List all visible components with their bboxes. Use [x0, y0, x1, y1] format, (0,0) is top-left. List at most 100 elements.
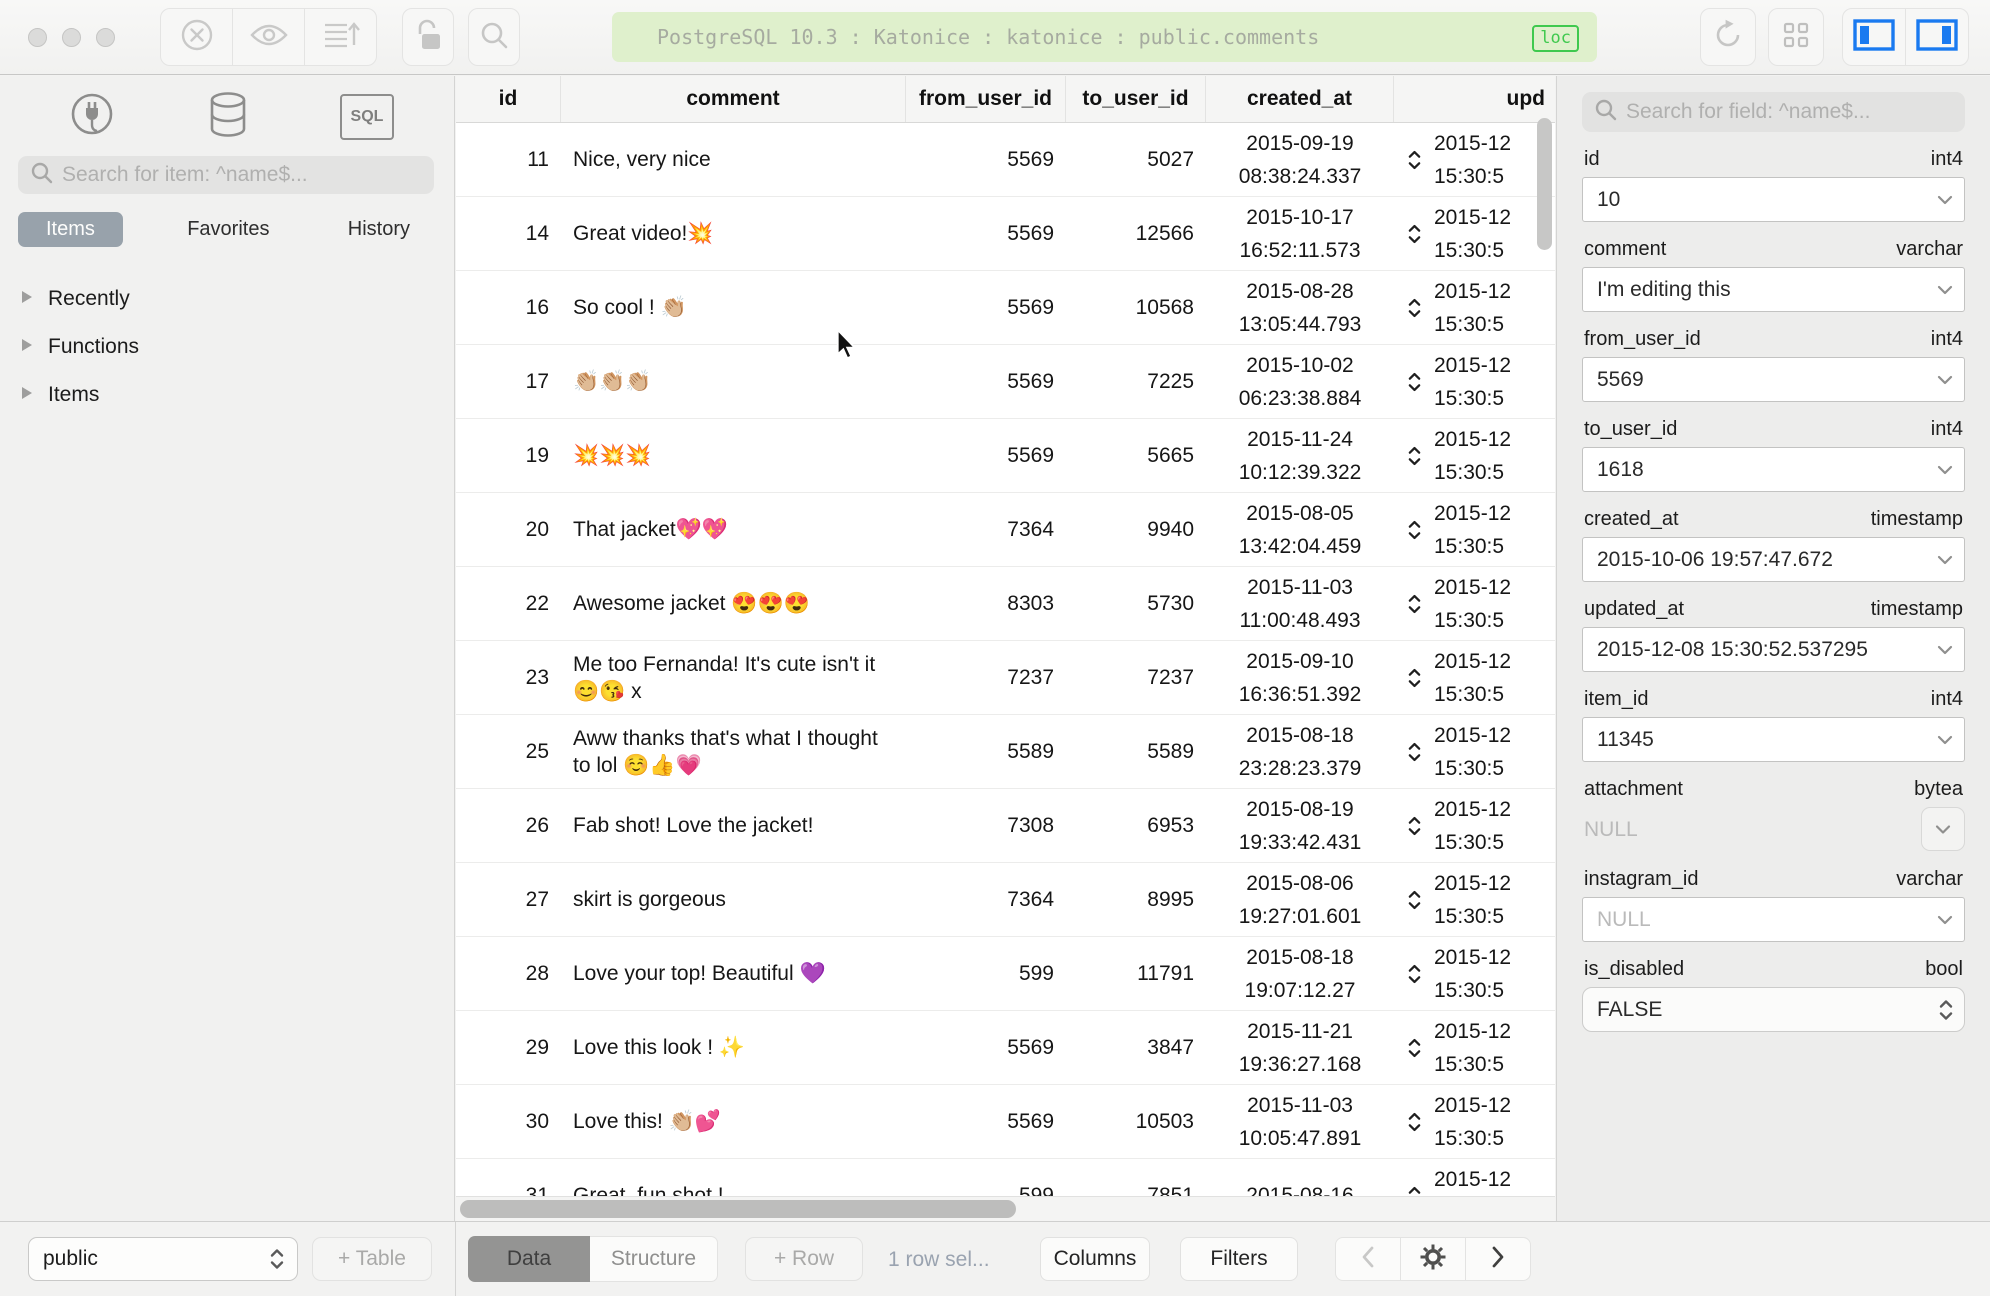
- table-row[interactable]: 14 Great video!💥 5569 12566 2015-10-17 16:52:…: [456, 197, 1555, 271]
- cell-to-user-id[interactable]: 11791: [1066, 937, 1206, 1010]
- add-row-button[interactable]: + Row: [745, 1237, 863, 1281]
- sidebar-search-field[interactable]: [18, 156, 434, 194]
- cell-comment[interactable]: Fab shot! Love the jacket!: [561, 789, 906, 862]
- cell-created-at[interactable]: 2015-08-06 19:27:01.601: [1206, 863, 1394, 936]
- table-row[interactable]: 20 That jacket💖💖 7364 9940 2015-08-05 13:42:0…: [456, 493, 1555, 567]
- cell-from-user-id[interactable]: 7237: [906, 641, 1066, 714]
- cell-id[interactable]: 30: [456, 1085, 561, 1158]
- tab-history[interactable]: History: [334, 212, 424, 247]
- cell-id[interactable]: 25: [456, 715, 561, 788]
- filters-button[interactable]: Filters: [1180, 1237, 1298, 1281]
- cell-created-at[interactable]: 2015-11-03 11:00:48.493: [1206, 567, 1394, 640]
- row-settings-button[interactable]: [1400, 1237, 1466, 1281]
- disclosure-triangle-icon[interactable]: [20, 385, 34, 406]
- cell-from-user-id[interactable]: 5569: [906, 345, 1066, 418]
- field-input-instagram_id[interactable]: NULL: [1582, 897, 1965, 942]
- connection-icon[interactable]: [68, 91, 116, 144]
- field-input-item_id[interactable]: 11345: [1582, 717, 1965, 762]
- cell-updated-at[interactable]: 2015-12 15:30:5: [1434, 937, 1555, 1010]
- table-row[interactable]: 23 Me too Fernanda! It's cute isn't it 😊😘…: [456, 641, 1555, 715]
- row-stepper-icon[interactable]: [1394, 567, 1434, 640]
- cell-updated-at[interactable]: 2015-12 15:30:5: [1434, 1085, 1555, 1158]
- cell-id[interactable]: 22: [456, 567, 561, 640]
- cell-from-user-id[interactable]: 7364: [906, 493, 1066, 566]
- table-row[interactable]: 19 💥💥💥 5569 5665 2015-11-24 10:12:39.322 2015-…: [456, 419, 1555, 493]
- field-input-is_disabled[interactable]: FALSE: [1582, 987, 1965, 1032]
- cell-id[interactable]: 26: [456, 789, 561, 862]
- cell-updated-at[interactable]: 2015-12 15:30:5: [1434, 419, 1555, 492]
- cell-from-user-id[interactable]: 5569: [906, 271, 1066, 344]
- sidebar-item-recently[interactable]: Recently: [0, 275, 454, 323]
- sidebar-item-items[interactable]: Items: [0, 371, 454, 419]
- cell-comment[interactable]: skirt is gorgeous: [561, 863, 906, 936]
- sql-icon[interactable]: SQL: [340, 94, 394, 140]
- sort-upload-button[interactable]: [304, 8, 377, 66]
- cell-comment[interactable]: Great video!💥: [561, 197, 906, 270]
- disclosure-triangle-icon[interactable]: [20, 289, 34, 310]
- row-stepper-icon[interactable]: [1394, 789, 1434, 862]
- sidebar-search-input[interactable]: [62, 163, 422, 187]
- cell-created-at[interactable]: 2015-10-02 06:23:38.884: [1206, 345, 1394, 418]
- cell-to-user-id[interactable]: 5665: [1066, 419, 1206, 492]
- field-input-from_user_id[interactable]: 5569: [1582, 357, 1965, 402]
- tab-structure[interactable]: Structure: [590, 1236, 718, 1282]
- cell-from-user-id[interactable]: 5569: [906, 1085, 1066, 1158]
- cell-to-user-id[interactable]: 9940: [1066, 493, 1206, 566]
- cell-id[interactable]: 14: [456, 197, 561, 270]
- tab-items[interactable]: Items: [18, 212, 123, 247]
- close-window-button[interactable]: [28, 28, 47, 47]
- columns-button[interactable]: Columns: [1040, 1237, 1150, 1281]
- cell-from-user-id[interactable]: 8303: [906, 567, 1066, 640]
- table-row[interactable]: 25 Aww thanks that's what I thought to lo…: [456, 715, 1555, 789]
- cell-comment[interactable]: That jacket💖💖: [561, 493, 906, 566]
- column-header-from_user_id[interactable]: from_user_id: [906, 76, 1066, 122]
- cell-created-at[interactable]: 2015-11-24 10:12:39.322: [1206, 419, 1394, 492]
- cell-to-user-id[interactable]: 7237: [1066, 641, 1206, 714]
- table-row[interactable]: 28 Love your top! Beautiful 💜 599 11791 2015…: [456, 937, 1555, 1011]
- cell-created-at[interactable]: 2015-08-05 13:42:04.459: [1206, 493, 1394, 566]
- schema-select[interactable]: public: [28, 1237, 298, 1281]
- cell-updated-at[interactable]: 2015-12 15:30:5: [1434, 345, 1555, 418]
- cell-id[interactable]: 19: [456, 419, 561, 492]
- previous-row-button[interactable]: [1335, 1237, 1401, 1281]
- horizontal-scrollbar-thumb[interactable]: [460, 1200, 1016, 1218]
- row-stepper-icon[interactable]: [1394, 197, 1434, 270]
- cell-from-user-id[interactable]: 7308: [906, 789, 1066, 862]
- cell-created-at[interactable]: 2015-10-17 16:52:11.573: [1206, 197, 1394, 270]
- tab-data[interactable]: Data: [468, 1236, 590, 1282]
- table-row[interactable]: 17 👏🏼👏🏼👏🏼 5569 7225 2015-10-02 06:23:38.884 20…: [456, 345, 1555, 419]
- row-stepper-icon[interactable]: [1394, 493, 1434, 566]
- cell-comment[interactable]: Awesome jacket 😍😍😍: [561, 567, 906, 640]
- search-toolbar-button[interactable]: [468, 8, 520, 66]
- table-row[interactable]: 22 Awesome jacket 😍😍😍 8303 5730 2015-11-03 11…: [456, 567, 1555, 641]
- cell-id[interactable]: 27: [456, 863, 561, 936]
- cell-to-user-id[interactable]: 8995: [1066, 863, 1206, 936]
- cell-from-user-id[interactable]: 599: [906, 937, 1066, 1010]
- cell-to-user-id[interactable]: 6953: [1066, 789, 1206, 862]
- minimize-window-button[interactable]: [62, 28, 81, 47]
- cell-updated-at[interactable]: 2015-12 15:30:5: [1434, 493, 1555, 566]
- cell-created-at[interactable]: 2015-08-18 23:28:23.379: [1206, 715, 1394, 788]
- cell-comment[interactable]: Love this! 👏🏼💕: [561, 1085, 906, 1158]
- field-input-created_at[interactable]: 2015-10-06 19:57:47.672: [1582, 537, 1965, 582]
- cell-created-at[interactable]: 2015-11-21 19:36:27.168: [1206, 1011, 1394, 1084]
- row-stepper-icon[interactable]: [1394, 937, 1434, 1010]
- disclosure-triangle-icon[interactable]: [20, 337, 34, 358]
- column-header-created_at[interactable]: created_at: [1206, 76, 1394, 122]
- cell-comment[interactable]: Me too Fernanda! It's cute isn't it 😊😘 x: [561, 641, 906, 714]
- cell-id[interactable]: 28: [456, 937, 561, 1010]
- cell-from-user-id[interactable]: 5569: [906, 123, 1066, 196]
- inspector-search-field[interactable]: [1582, 92, 1965, 132]
- row-stepper-icon[interactable]: [1394, 863, 1434, 936]
- column-header-id[interactable]: id: [456, 76, 561, 122]
- cell-created-at[interactable]: 2015-09-10 16:36:51.392: [1206, 641, 1394, 714]
- cell-to-user-id[interactable]: 5589: [1066, 715, 1206, 788]
- cell-from-user-id[interactable]: 5589: [906, 715, 1066, 788]
- tab-favorites[interactable]: Favorites: [173, 212, 283, 247]
- table-row[interactable]: 27 skirt is gorgeous 7364 8995 2015-08-06 19:…: [456, 863, 1555, 937]
- cell-updated-at[interactable]: 2015-12 15:30:5: [1434, 863, 1555, 936]
- cell-id[interactable]: 16: [456, 271, 561, 344]
- terminate-button[interactable]: [160, 8, 233, 66]
- cell-created-at[interactable]: 2015-09-19 08:38:24.337: [1206, 123, 1394, 196]
- zoom-window-button[interactable]: [96, 28, 115, 47]
